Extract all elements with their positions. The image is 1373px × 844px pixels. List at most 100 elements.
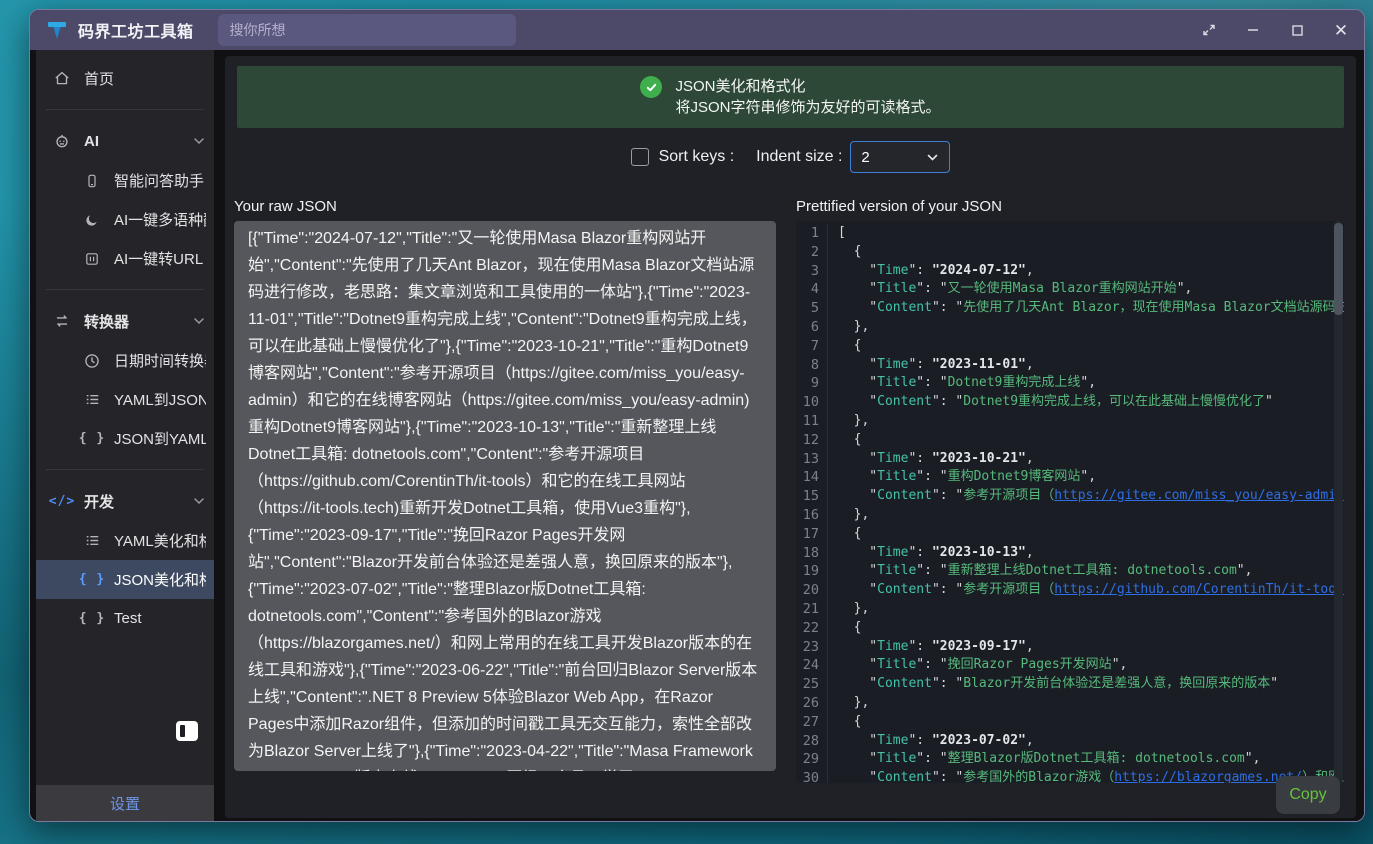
code-text: "Content": "参考开源项目（https://github.com/Co…: [838, 581, 1344, 600]
sidebar-item-label: Test: [114, 610, 142, 627]
code-text: },: [838, 318, 869, 337]
chevron-down-icon: [926, 151, 939, 164]
code-text: {: [838, 337, 861, 356]
code-line: 29 "Title": "整理Blazor版Dotnet工具箱: dotneto…: [802, 750, 1344, 769]
sidebar-item-ai-url-slug[interactable]: AI一键转URL Slug: [36, 239, 214, 278]
line-number: 1: [802, 224, 828, 243]
titlebar: 码界工坊工具箱 ✕: [30, 10, 1364, 50]
code-text: {: [838, 243, 861, 262]
code-text: "Time": "2024-07-12",: [838, 262, 1034, 281]
pretty-json-label: Prettified version of your JSON: [796, 198, 1344, 215]
sidebar-item-datetime-converter[interactable]: 日期时间转换器: [36, 341, 214, 380]
sidebar-item-dev[interactable]: </> 开发: [36, 481, 214, 521]
code-text: "Time": "2023-10-13",: [838, 544, 1034, 563]
sidebar-item-label: 转换器: [84, 311, 129, 332]
sidebar-item-ai-translate[interactable]: AI一键多语种翻译: [36, 200, 214, 239]
close-icon[interactable]: ✕: [1332, 21, 1350, 39]
sidebar: 首页 AI 智能问答助手AI一键多语种翻译 AI一键转URL Slug 转换器日期时间转…: [36, 50, 214, 821]
collapse-sidebar-icon[interactable]: [176, 721, 198, 741]
window-content: 首页 AI 智能问答助手AI一键多语种翻译 AI一键转URL Slug 转换器日期时间转…: [30, 50, 1364, 821]
code-icon: </>: [52, 494, 72, 509]
main-panel: JSON美化和格式化 将JSON字符串修饰为友好的可读格式。 Sort keys…: [225, 56, 1356, 818]
sidebar-item-label: 日期时间转换器: [114, 350, 206, 371]
code-text: [: [838, 224, 846, 243]
sort-keys-checkbox[interactable]: [631, 148, 649, 166]
line-number: 15: [802, 487, 828, 506]
line-number: 8: [802, 356, 828, 375]
code-line: 19 "Title": "重新整理上线Dotnet工具箱: dotnetools…: [802, 562, 1344, 581]
code-text: "Content": "Blazor开发前台体验还是差强人意，换回原来的版本": [838, 675, 1278, 694]
code-line: 7 {: [802, 337, 1344, 356]
line-number: 17: [802, 525, 828, 544]
code-line: 5 "Content": "先使用了几天Ant Blazor，现在使用Masa …: [802, 299, 1344, 318]
code-text: "Time": "2023-11-01",: [838, 356, 1034, 375]
line-number: 26: [802, 694, 828, 713]
line-number: 10: [802, 393, 828, 412]
sidebar-item-json-to-yaml[interactable]: { }JSON到YAML转换: [36, 419, 214, 458]
code-line: 3 "Time": "2024-07-12",: [802, 262, 1344, 281]
code-line: 6 },: [802, 318, 1344, 337]
sidebar-item-yaml-format[interactable]: YAML美化和格式化: [36, 521, 214, 560]
expand-icon[interactable]: [1200, 21, 1218, 39]
phone-icon: [82, 173, 102, 189]
code-line: 20 "Content": "参考开源项目（https://github.com…: [802, 581, 1344, 600]
code-line: 4 "Title": "又一轮使用Masa Blazor重构网站开始",: [802, 280, 1344, 299]
sidebar-item-label: AI: [84, 133, 99, 150]
sidebar-item-label: JSON美化和格式化: [114, 569, 206, 590]
sidebar-item-label: YAML到JSON转换: [114, 389, 206, 410]
code-line: 25 "Content": "Blazor开发前台体验还是差强人意，换回原来的版…: [802, 675, 1344, 694]
pretty-json-panel: Prettified version of your JSON 1[2 {3 "…: [796, 198, 1344, 818]
code-text: "Content": "先使用了几天Ant Blazor，现在使用Masa Bl…: [838, 299, 1344, 318]
indent-size-select[interactable]: 2: [850, 141, 950, 173]
code-line: 10 "Content": "Dotnet9重构完成上线，可以在此基础上慢慢优化…: [802, 393, 1344, 412]
sidebar-item-test[interactable]: { }Test: [36, 599, 214, 638]
sidebar-item-json-format[interactable]: { } JSON美化和格式化: [36, 560, 214, 599]
line-number: 29: [802, 750, 828, 769]
code-text: {: [838, 525, 861, 544]
chevron-down-icon: [192, 314, 206, 328]
code-text: "Time": "2023-10-21",: [838, 450, 1034, 469]
home-icon: [52, 69, 72, 87]
robot-icon: [52, 132, 72, 150]
raw-json-input[interactable]: [{"Time":"2024-07-12","Title":"又一轮使用Masa…: [234, 221, 776, 771]
settings-button[interactable]: 设置: [36, 785, 214, 821]
code-line: 27 {: [802, 713, 1344, 732]
sidebar-item-converter[interactable]: 转换器: [36, 301, 214, 341]
maximize-icon[interactable]: [1288, 21, 1306, 39]
minimize-icon[interactable]: [1244, 21, 1262, 39]
code-text: "Title": "挽回Razor Pages开发网站",: [838, 656, 1127, 675]
code-line: 21 },: [802, 600, 1344, 619]
line-number: 19: [802, 562, 828, 581]
sidebar-item-yaml-to-json[interactable]: YAML到JSON转换: [36, 380, 214, 419]
search-input[interactable]: [218, 14, 516, 46]
line-number: 14: [802, 468, 828, 487]
sidebar-item-ai[interactable]: AI: [36, 121, 214, 161]
sidebar-item-label: 开发: [84, 491, 114, 512]
code-line: 9 "Title": "Dotnet9重构完成上线",: [802, 374, 1344, 393]
code-text: "Time": "2023-09-17",: [838, 638, 1034, 657]
code-line: 14 "Title": "重构Dotnet9博客网站",: [802, 468, 1344, 487]
sidebar-item-home[interactable]: 首页: [36, 58, 214, 98]
prettified-json-view[interactable]: 1[2 {3 "Time": "2024-07-12",4 "Title": "…: [796, 221, 1344, 783]
app-title: 码界工坊工具箱: [78, 18, 194, 42]
sidebar-item-label: YAML美化和格式化: [114, 530, 206, 551]
code-line: 13 "Time": "2023-10-21",: [802, 450, 1344, 469]
line-number: 12: [802, 431, 828, 450]
pretty-scrollbar[interactable]: [1334, 221, 1343, 783]
sidebar-item-label: AI一键转URL Slug: [114, 248, 206, 269]
code-line: 24 "Title": "挽回Razor Pages开发网站",: [802, 656, 1344, 675]
list-icon: [82, 532, 102, 549]
raw-json-label: Your raw JSON: [234, 198, 776, 215]
line-number: 6: [802, 318, 828, 337]
sidebar-item-ai-qa[interactable]: 智能问答助手: [36, 161, 214, 200]
code-line: 1[: [802, 224, 1344, 243]
line-number: 20: [802, 581, 828, 600]
pretty-scrollbar-thumb[interactable]: [1334, 223, 1343, 315]
braces-icon: { }: [82, 572, 102, 587]
line-number: 21: [802, 600, 828, 619]
code-line: 2 {: [802, 243, 1344, 262]
line-number: 23: [802, 638, 828, 657]
editor-panels: Your raw JSON [{"Time":"2024-07-12","Tit…: [225, 174, 1356, 818]
copy-button[interactable]: Copy: [1276, 776, 1340, 814]
indent-size-label: Indent size :: [756, 148, 842, 166]
